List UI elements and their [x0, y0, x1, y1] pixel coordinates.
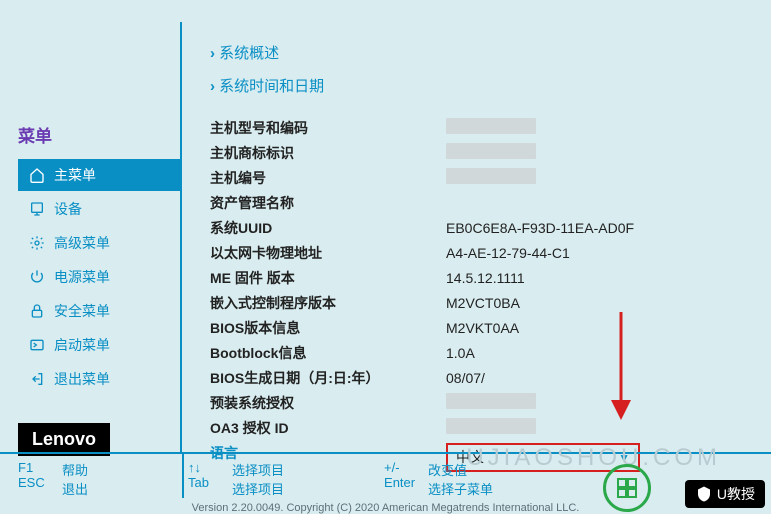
watermark-circle-icon [603, 464, 651, 512]
menu-label: 启动菜单 [54, 335, 110, 355]
menu-label: 高级菜单 [54, 233, 110, 253]
menu-item-boot[interactable]: 启动菜单 [18, 329, 180, 361]
lock-icon [28, 302, 46, 320]
home-icon [28, 166, 46, 184]
menu-item-power[interactable]: 电源菜单 [18, 261, 180, 293]
row-brand: 主机商标标识 [210, 143, 731, 164]
row-serial: 主机编号 [210, 168, 731, 189]
menu-item-security[interactable]: 安全菜单 [18, 295, 180, 327]
menu-label: 安全菜单 [54, 301, 110, 321]
row-bios: BIOS版本信息M2VKT0AA [210, 318, 731, 339]
annotation-arrow [601, 312, 641, 422]
menu-label: 主菜单 [54, 165, 96, 185]
content-panel: 系统概述 系统时间和日期 主机型号和编码 主机商标标识 主机编号 资产管理名称 … [182, 22, 771, 452]
menu-label: 电源菜单 [54, 267, 110, 287]
gear-icon [28, 234, 46, 252]
row-biosdate: BIOS生成日期（月:日:年）08/07/ [210, 368, 731, 389]
footer-select: ↑↓ Tab 选择项目 选择项目 [188, 460, 284, 498]
row-preinstall: 预装系统授权 [210, 393, 731, 414]
footer-help: F1 ESC 帮助 退出 [18, 460, 88, 498]
row-asset: 资产管理名称 [210, 193, 731, 214]
menu-title: 菜单 [18, 122, 180, 147]
menu-item-device[interactable]: 设备 [18, 193, 180, 225]
boot-icon [28, 336, 46, 354]
exit-icon [28, 370, 46, 388]
sidebar: 菜单 主菜单 设备 高级菜单 电源菜单 安全菜单 [0, 22, 182, 452]
nav-system-overview[interactable]: 系统概述 [210, 42, 731, 63]
watermark-url: UJIAOSHOU.COM [466, 444, 721, 472]
row-bootblock: Bootblock信息1.0A [210, 343, 731, 364]
menu-list: 主菜单 设备 高级菜单 电源菜单 安全菜单 启动菜单 [18, 159, 180, 395]
nav-system-datetime[interactable]: 系统时间和日期 [210, 75, 731, 96]
row-me: ME 固件 版本14.5.12.1111 [210, 268, 731, 289]
device-icon [28, 200, 46, 218]
menu-label: 退出菜单 [54, 369, 110, 389]
menu-item-main[interactable]: 主菜单 [18, 159, 180, 191]
menu-item-exit[interactable]: 退出菜单 [18, 363, 180, 395]
watermark-brand: U教授 [685, 480, 765, 508]
row-model: 主机型号和编码 [210, 118, 731, 139]
row-ec: 嵌入式控制程序版本M2VCT0BA [210, 293, 731, 314]
copyright: Version 2.20.0049. Copyright (C) 2020 Am… [0, 502, 771, 514]
power-icon [28, 268, 46, 286]
row-uuid: 系统UUIDEB0C6E8A-F93D-11EA-AD0F [210, 218, 731, 239]
menu-item-advanced[interactable]: 高级菜单 [18, 227, 180, 259]
row-mac: 以太网卡物理地址A4-AE-12-79-44-C1 [210, 243, 731, 264]
info-section: 主机型号和编码 主机商标标识 主机编号 资产管理名称 系统UUIDEB0C6E8… [210, 118, 731, 472]
menu-label: 设备 [54, 199, 82, 219]
row-oa3: OA3 授权 ID [210, 418, 731, 439]
